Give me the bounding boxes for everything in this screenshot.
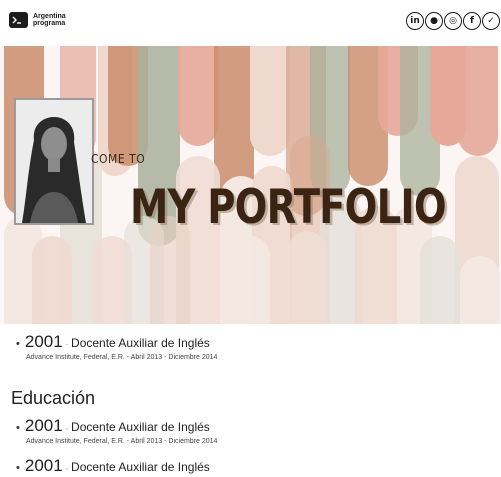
instagram-icon[interactable]: ◎ — [444, 12, 462, 30]
education-heading: Educación — [11, 388, 96, 408]
github-icon[interactable]: ● — [425, 12, 443, 30]
profile-photo — [14, 98, 94, 225]
logo-line-1: Argentina — [33, 13, 66, 20]
education-item: • 2001 - Docente Auxiliar de Inglés — [16, 456, 210, 476]
item-separator: - — [65, 342, 69, 349]
terminal-prompt-icon — [9, 12, 28, 28]
item-role: Docente Auxiliar de Inglés — [71, 336, 210, 350]
experience-item: • 2001 - Docente Auxiliar de Inglés Adva… — [16, 332, 217, 361]
facebook-icon[interactable]: f — [463, 12, 481, 30]
top-navbar: Argentina programa in ● ◎ f ✓ — [0, 0, 501, 46]
logo-text: Argentina programa — [33, 13, 66, 27]
item-separator: - — [65, 426, 69, 433]
bullet: • — [16, 422, 20, 434]
item-year: 2001 — [24, 332, 63, 351]
welcome-text: COME TO — [91, 152, 146, 166]
linkedin-icon[interactable]: in — [406, 12, 424, 30]
education-item: • 2001 - Docente Auxiliar de Inglés Adva… — [16, 416, 217, 445]
hero-banner: COME TO MY PORTFOLIO — [0, 46, 501, 324]
bullet: • — [16, 462, 20, 474]
bullet: • — [16, 338, 20, 350]
logo-line-2: programa — [33, 20, 66, 27]
item-detail: Advance Institute, Federal, E.R. - Abril… — [26, 438, 218, 445]
profile-photo-image — [16, 100, 92, 223]
item-separator: - — [65, 466, 69, 473]
item-role: Docente Auxiliar de Inglés — [71, 460, 210, 474]
twitter-icon[interactable]: ✓ — [482, 12, 500, 30]
item-role: Docente Auxiliar de Inglés — [71, 420, 210, 434]
argentina-programa-logo[interactable]: Argentina programa — [9, 12, 66, 28]
item-year: 2001 — [24, 416, 63, 435]
portfolio-title: MY PORTFOLIO — [130, 180, 447, 235]
item-year: 2001 — [24, 456, 63, 475]
social-links: in ● ◎ f ✓ — [406, 12, 500, 30]
item-detail: Advance Institute, Federal, E.R. - Abril… — [26, 354, 218, 361]
